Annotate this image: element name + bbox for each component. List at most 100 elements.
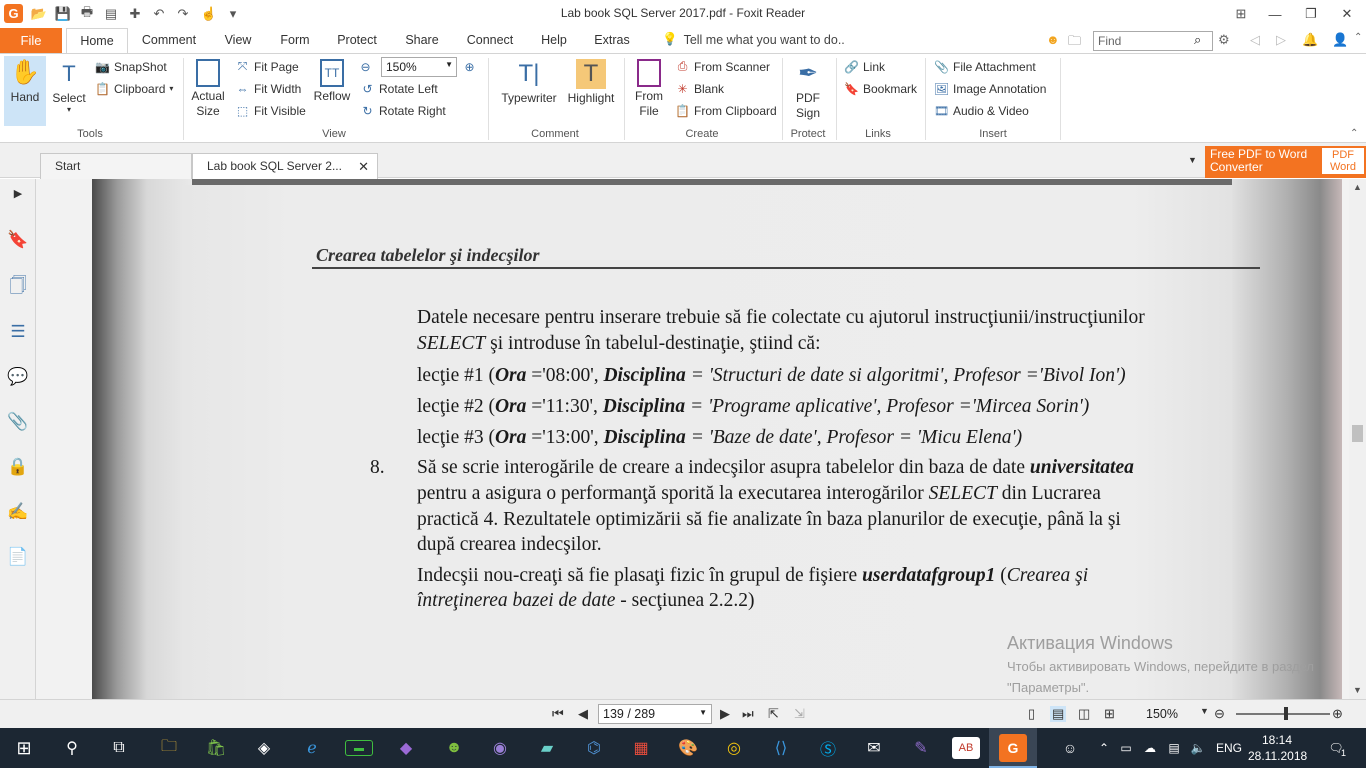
page-number-input[interactable]: 139 / 289 ▼ bbox=[598, 704, 712, 724]
vertical-scrollbar[interactable]: ▲ ▼ bbox=[1349, 179, 1366, 699]
file-explorer-icon[interactable]: 🗀 bbox=[155, 734, 183, 762]
file-attachment-button[interactable]: 📎 File Attachment bbox=[934, 59, 1036, 74]
search-icon[interactable]: ⌕ bbox=[1194, 32, 1201, 48]
link-button[interactable]: 🔗 Link bbox=[844, 59, 885, 74]
fit-page-button[interactable]: ⤧ Fit Page bbox=[235, 59, 299, 74]
python-icon[interactable]: ⌬ bbox=[580, 734, 608, 762]
tab-start[interactable]: Start bbox=[40, 153, 192, 179]
ribbon-collapse-icon[interactable]: ⌃ bbox=[1350, 128, 1358, 139]
windows-start-icon[interactable]: ⊞ bbox=[10, 734, 38, 762]
from-clipboard-button[interactable]: 📋 From Clipboard bbox=[675, 103, 777, 118]
tab-home[interactable]: Home bbox=[66, 28, 128, 54]
find-next-icon[interactable]: ▷ bbox=[1276, 32, 1286, 48]
security-panel-icon[interactable]: 🔒 bbox=[7, 456, 29, 478]
attachments-panel-icon[interactable]: 📎 bbox=[7, 411, 29, 433]
zoom-in-icon[interactable]: ⊕ bbox=[462, 59, 477, 74]
expand-panel-icon[interactable]: ▶ bbox=[7, 182, 29, 204]
signatures-panel-icon[interactable]: ✍ bbox=[7, 501, 29, 523]
input-language[interactable]: ENG bbox=[1216, 741, 1242, 755]
comments-panel-icon[interactable]: 💬 bbox=[7, 366, 29, 388]
tab-document[interactable]: Lab book SQL Server 2... ✕ bbox=[192, 153, 378, 180]
fit-visible-button[interactable]: ⬚ Fit Visible bbox=[235, 103, 306, 118]
tab-share[interactable]: Share bbox=[400, 28, 444, 53]
notepad-icon[interactable]: ▰ bbox=[533, 734, 561, 762]
people-icon[interactable]: ☺ bbox=[1056, 734, 1084, 762]
redo-icon[interactable]: ↷ bbox=[174, 5, 192, 23]
tab-view[interactable]: View bbox=[218, 28, 258, 53]
undo-icon[interactable]: ↶ bbox=[150, 5, 168, 23]
highlight-button[interactable]: T Highlight bbox=[565, 57, 617, 105]
tab-comment[interactable]: Comment bbox=[136, 28, 202, 53]
from-scanner-button[interactable]: ⎙ From Scanner bbox=[675, 59, 770, 74]
layers-panel-icon[interactable]: ☰ bbox=[7, 321, 29, 343]
mail-icon[interactable]: ✉ bbox=[860, 734, 888, 762]
clipboard-button[interactable]: 📋 Clipboard ▾ bbox=[95, 81, 173, 96]
find-previous-icon[interactable]: ◁ bbox=[1250, 32, 1260, 48]
zoom-out-icon[interactable]: ⊖ bbox=[1214, 706, 1225, 722]
save-icon[interactable]: 💾 bbox=[54, 5, 72, 23]
image-annotation-button[interactable]: 🖼 Image Annotation bbox=[934, 81, 1047, 96]
unity-icon[interactable]: ◈ bbox=[250, 734, 278, 762]
scrollbar-thumb[interactable] bbox=[1352, 425, 1363, 442]
bookmarks-panel-icon[interactable]: 🔖 bbox=[7, 229, 29, 251]
tile-icon[interactable]: ⊞ bbox=[1232, 5, 1250, 23]
zoom-in-icon[interactable]: ⊕ bbox=[1332, 706, 1343, 722]
store-icon[interactable]: 🛍 bbox=[202, 734, 230, 762]
actual-size-button[interactable]: Actual Size bbox=[188, 57, 228, 119]
facing-view-icon[interactable]: ◫ bbox=[1078, 706, 1090, 722]
visual-studio-icon[interactable]: ◆ bbox=[392, 734, 420, 762]
android-icon[interactable]: ☻ bbox=[440, 734, 468, 762]
find-settings-icon[interactable]: ⚙ bbox=[1218, 32, 1230, 48]
zoom-level[interactable]: 150% bbox=[1146, 707, 1178, 721]
notification-bell-icon[interactable]: 🔔 bbox=[1302, 32, 1318, 48]
clock[interactable]: 18:14 28.11.2018 bbox=[1248, 732, 1307, 764]
tabs-list-dropdown-icon[interactable]: ▼ bbox=[1188, 155, 1197, 165]
user-account-icon[interactable]: 👤 bbox=[1332, 32, 1348, 48]
volume-icon[interactable]: 🔈 bbox=[1184, 734, 1212, 762]
search-icon[interactable]: ⚲ bbox=[58, 734, 86, 762]
customize-quick-access-icon[interactable]: ▾ bbox=[224, 5, 242, 23]
tell-me-search[interactable]: 💡 Tell me what you want to do.. bbox=[662, 32, 845, 47]
tab-form[interactable]: Form bbox=[276, 28, 314, 53]
last-page-icon[interactable]: ⏭ bbox=[742, 706, 754, 722]
continuous-view-icon[interactable]: ▤ bbox=[1050, 706, 1067, 722]
open-icon[interactable]: 📂 bbox=[30, 5, 48, 23]
zoom-out-icon[interactable]: ⊖ bbox=[358, 59, 373, 74]
document-info-panel-icon[interactable]: 📄 bbox=[7, 546, 29, 568]
reflow-button[interactable]: TT Reflow bbox=[311, 57, 353, 103]
close-button[interactable]: ✕ bbox=[1328, 0, 1366, 28]
foxit-logo-icon[interactable]: G bbox=[4, 4, 23, 23]
snapshot-button[interactable]: 📷 SnapShot bbox=[95, 59, 167, 74]
scroll-down-icon[interactable]: ▼ bbox=[1353, 685, 1362, 695]
hand-tool-button[interactable]: ✋ Hand bbox=[4, 56, 46, 126]
vscode-icon[interactable]: ⟨⟩ bbox=[767, 734, 795, 762]
select-tool-button[interactable]: T Select ▾ bbox=[50, 57, 88, 114]
skype-icon[interactable]: Ⓢ bbox=[814, 734, 842, 762]
previous-view-icon[interactable]: ⇱ bbox=[768, 706, 779, 722]
pdf-to-word-promo[interactable]: Free PDF to Word Converter PDF Word bbox=[1205, 146, 1366, 178]
terminal-icon[interactable]: ▬ bbox=[345, 740, 373, 756]
edge-icon[interactable]: ℯ bbox=[298, 734, 326, 762]
tab-connect[interactable]: Connect bbox=[460, 28, 520, 53]
zoom-slider[interactable] bbox=[1236, 713, 1330, 715]
single-page-view-icon[interactable]: ▯ bbox=[1028, 706, 1035, 722]
next-view-icon[interactable]: ⇲ bbox=[794, 706, 805, 722]
paint-icon[interactable]: 🎨 bbox=[674, 734, 702, 762]
rotate-left-button[interactable]: ↺ Rotate Left bbox=[360, 81, 437, 96]
close-tab-icon[interactable]: ✕ bbox=[358, 159, 369, 175]
new-icon[interactable]: ✚ bbox=[126, 5, 144, 23]
tab-help[interactable]: Help bbox=[536, 28, 572, 53]
next-page-icon[interactable]: ▶ bbox=[720, 706, 730, 722]
bookmark-button[interactable]: 🔖 Bookmark bbox=[844, 81, 917, 96]
collapse-ribbon-icon[interactable]: ⌃ bbox=[1354, 32, 1362, 43]
rotate-right-button[interactable]: ↻ Rotate Right bbox=[360, 103, 445, 118]
continuous-facing-view-icon[interactable]: ⊞ bbox=[1104, 706, 1115, 722]
restore-button[interactable]: ❐ bbox=[1292, 0, 1330, 28]
blank-button[interactable]: ✳ Blank bbox=[675, 81, 724, 96]
abbyy-icon[interactable]: AB bbox=[952, 737, 980, 759]
zoom-dropdown-icon[interactable]: ▼ bbox=[1200, 706, 1209, 716]
hand-tool-quick-icon[interactable]: ☝ bbox=[200, 5, 218, 23]
zoom-combo[interactable]: 150% ▼ bbox=[381, 57, 457, 77]
document-view[interactable]: Crearea tabelelor şi indecşilor Datele n… bbox=[36, 179, 1349, 699]
tab-protect[interactable]: Protect bbox=[330, 28, 384, 53]
